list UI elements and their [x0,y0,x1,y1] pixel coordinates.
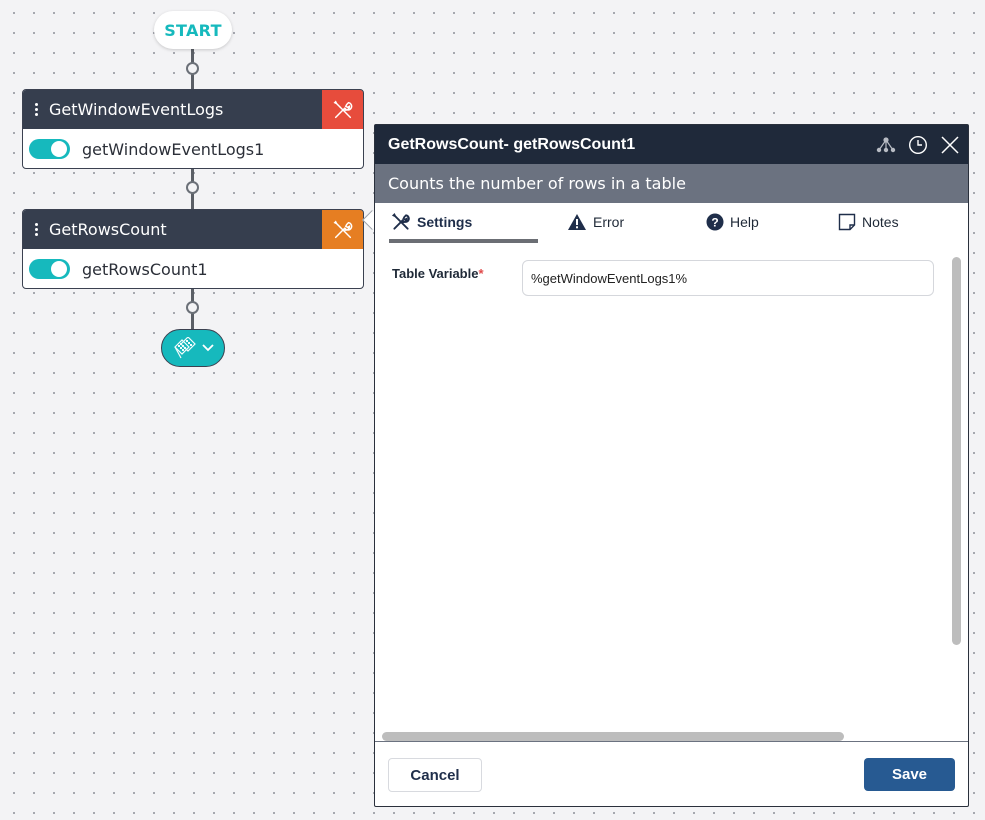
start-label: START [164,20,222,40]
cancel-button[interactable]: Cancel [388,758,482,792]
end-node[interactable] [161,329,225,367]
panel-description: Counts the number of rows in a table [375,164,968,203]
connector-port[interactable] [186,181,199,194]
tab-label: Help [730,214,759,230]
tab-label: Error [593,214,625,230]
node-settings-button[interactable] [322,90,363,129]
active-tab-indicator [389,239,538,243]
table-variable-input[interactable] [522,260,934,296]
field-label: Table Variable* [392,266,484,281]
node-title: GetWindowEventLogs [49,100,224,119]
vertical-scrollbar[interactable] [952,257,961,645]
checkered-flag-icon [174,337,196,359]
wrench-screwdriver-icon [333,100,352,118]
field-table-variable: Table Variable* [392,260,937,296]
panel-footer: Cancel Save [375,741,968,807]
start-node[interactable]: START [154,11,232,49]
drag-handle-icon[interactable] [23,103,49,116]
node-enable-toggle[interactable] [29,259,70,279]
workflow-node-get-rows-count[interactable]: GetRowsCount getRowsCount1 [22,209,364,289]
save-button[interactable]: Save [864,758,955,791]
history-clock-icon[interactable] [906,133,930,157]
hierarchy-icon[interactable] [874,133,898,157]
warning-triangle-icon [568,214,586,230]
panel-title: GetRowsCount- getRowsCount1 [388,135,636,153]
panel-header: GetRowsCount- getRowsCount1 [375,125,968,164]
chevron-down-icon[interactable] [202,344,214,352]
tab-settings[interactable]: Settings [391,203,472,241]
tab-help[interactable]: ? Help [706,203,759,241]
wrench-screwdriver-icon [333,220,352,238]
panel-tabs: Settings Error ? Help Notes [375,203,968,243]
svg-text:?: ? [711,215,718,229]
node-instance-name: getRowsCount1 [82,259,208,279]
connector-port[interactable] [186,62,199,75]
tab-label: Notes [862,214,899,230]
note-icon [838,213,856,231]
tab-error[interactable]: Error [567,203,624,241]
node-instance-name: getWindowEventLogs1 [82,139,265,159]
close-icon[interactable] [938,133,962,157]
question-circle-icon: ? [706,213,724,231]
wrench-screwdriver-icon [391,212,410,230]
required-marker: * [478,266,484,281]
connector-port[interactable] [186,301,199,314]
node-header[interactable]: GetWindowEventLogs [23,90,363,129]
node-header[interactable]: GetRowsCount [23,210,363,249]
node-title: GetRowsCount [49,220,167,239]
properties-panel: GetRowsCount- getRowsCount1 Counts the n… [374,124,969,807]
drag-handle-icon[interactable] [23,223,49,236]
workflow-node-get-window-event-logs[interactable]: GetWindowEventLogs getWindowEventLogs1 [22,89,364,169]
node-settings-button[interactable] [322,210,363,249]
horizontal-scrollbar[interactable] [382,732,844,741]
tab-label: Settings [417,214,473,230]
tab-notes[interactable]: Notes [838,203,899,241]
node-enable-toggle[interactable] [29,139,70,159]
